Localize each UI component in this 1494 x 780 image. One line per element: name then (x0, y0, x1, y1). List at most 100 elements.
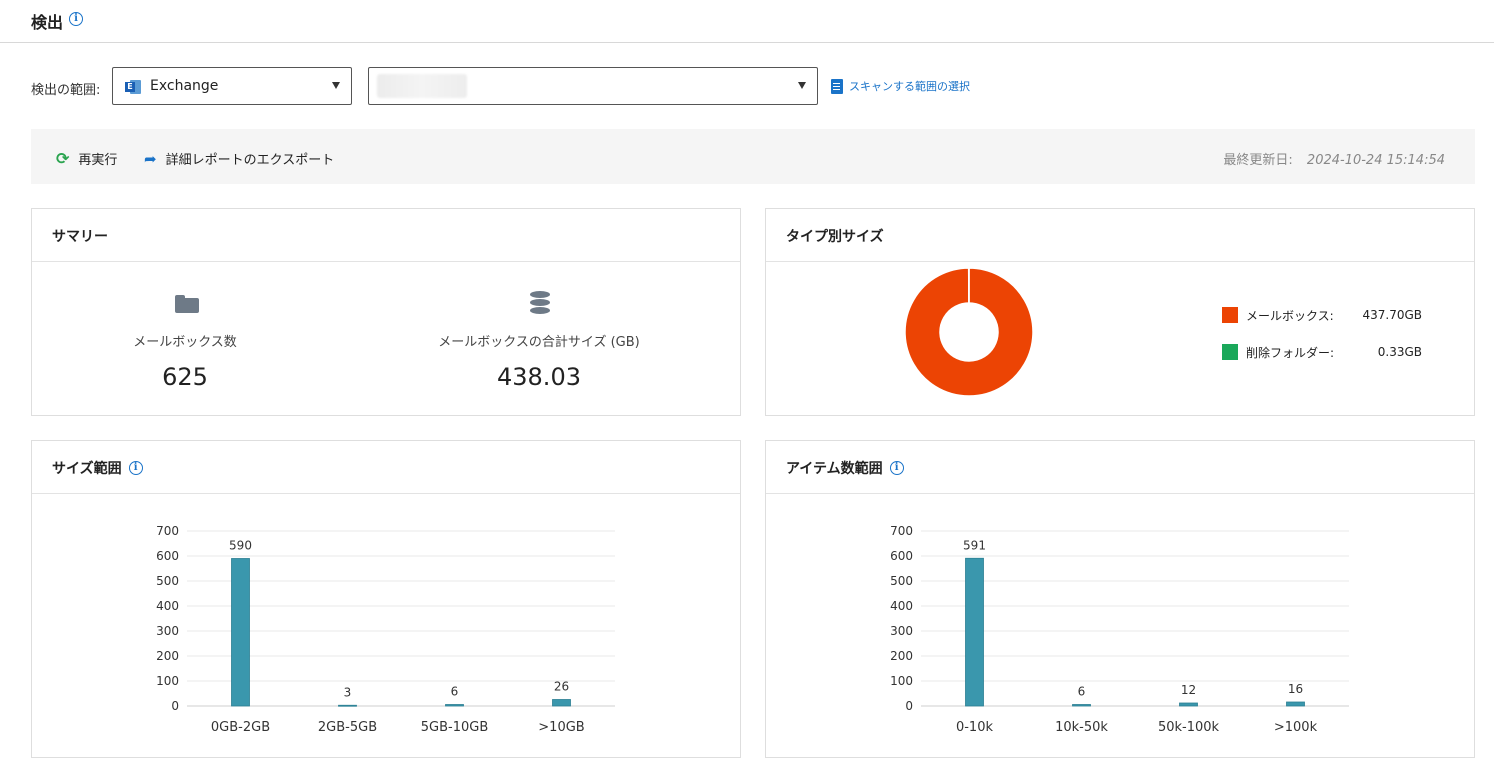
item-count-bar-chart: 0 100 200 300 400 500 600 700 591 0-10k 6 10k-50k 12… (890, 524, 1349, 735)
scan-scope-link-text: スキャンする範囲の選択 (849, 80, 970, 93)
scan-scope-link[interactable]: スキャンする範囲の選択 (831, 78, 970, 94)
source-select-value: Exchange (150, 78, 219, 94)
rerun-button[interactable]: ⟳ 再実行 (56, 149, 117, 168)
database-icon (530, 291, 550, 315)
legend-item-deleted[interactable]: 削除フォルダー: 0.33GB (1222, 343, 1422, 380)
rerun-label: 再実行 (78, 153, 118, 168)
legend-label: 削除フォルダー: (1246, 346, 1335, 360)
size-range-title-text: サイズ範囲 (52, 461, 122, 477)
y-tick-label: 500 (890, 574, 913, 588)
total-size-label: メールボックスの合計サイズ (GB) (438, 335, 640, 350)
x-tick-label: 0GB-2GB (211, 720, 270, 735)
y-tick-label: 300 (890, 624, 913, 638)
data-label: 3 (344, 685, 352, 699)
card-header: アイテム数範囲 i (766, 441, 1474, 494)
mailbox-count-label: メールボックス数 (133, 335, 237, 350)
summary-title-text: サマリー (52, 229, 108, 245)
y-tick-label: 100 (156, 674, 179, 688)
page-title: 検出 i (31, 9, 83, 33)
item-count-card: アイテム数範囲 i 0 100 200 300 400 500 600 700 591 0-10k… (765, 440, 1475, 758)
info-icon[interactable]: i (128, 461, 143, 475)
x-tick-label: 2GB-5GB (318, 720, 377, 735)
y-tick-label: 200 (156, 649, 179, 663)
summary-card: サマリー メールボックス数 625 メールボックスの合計サイズ (GB) 438… (31, 208, 741, 416)
data-label: 591 (963, 538, 986, 552)
x-tick-label: 50k-100k (1158, 720, 1220, 735)
data-label: 6 (1078, 685, 1086, 699)
type-size-title-text: タイプ別サイズ (786, 229, 884, 245)
export-label: 詳細レポートのエクスポート (165, 153, 335, 168)
bar-2 (1179, 702, 1198, 707)
x-tick-label: 5GB-10GB (421, 720, 489, 735)
card-header: タイプ別サイズ (766, 209, 1474, 262)
type-size-title: タイプ別サイズ (786, 226, 884, 246)
y-tick-label: 400 (890, 599, 913, 613)
x-tick-label: 10k-50k (1055, 720, 1108, 735)
y-tick-label: 700 (890, 524, 913, 538)
x-tick-label: >100k (1274, 720, 1318, 735)
y-tick-label: 100 (890, 674, 913, 688)
item-count-title-text: アイテム数範囲 (786, 461, 883, 477)
data-label: 12 (1181, 683, 1196, 697)
last-updated-timestamp: 2024-10-24 15:14:54 (1306, 153, 1445, 168)
data-label: 26 (554, 680, 569, 694)
last-updated: 最終更新日: 2024-10-24 15:14:54 (1223, 149, 1445, 168)
source-select[interactable]: E Exchange (112, 67, 352, 105)
info-icon[interactable]: i (889, 461, 904, 475)
caret-down-icon (798, 82, 806, 89)
bar-1 (1072, 704, 1091, 707)
last-updated-label: 最終更新日: (1223, 153, 1293, 168)
size-range-card: サイズ範囲 i 0 100 200 300 400 500 600 700 590 0GB-2GB… (31, 440, 741, 758)
y-tick-label: 300 (156, 624, 179, 638)
legend-value: 0.33GB (1377, 345, 1422, 359)
x-tick-label: 0-10k (956, 720, 994, 735)
scope-label: 検出の範囲: (31, 83, 101, 98)
bar-3 (552, 699, 571, 707)
y-tick-label: 500 (156, 574, 179, 588)
data-label: 590 (229, 539, 252, 553)
y-tick-label: 0 (905, 699, 913, 713)
card-header: サイズ範囲 i (32, 441, 740, 494)
legend-swatch (1222, 307, 1238, 323)
legend-item-mailbox[interactable]: メールボックス: 437.70GB (1222, 306, 1422, 343)
legend-label: メールボックス: (1246, 309, 1334, 323)
data-label: 16 (1288, 682, 1303, 696)
donut-chart (904, 267, 1034, 397)
y-tick-label: 200 (890, 649, 913, 663)
size-range-bar-chart: 0 100 200 300 400 500 600 700 590 0GB-2GB 3 2GB-5GB… (156, 524, 615, 735)
size-range-title: サイズ範囲 i (52, 458, 143, 478)
donut-legend: メールボックス: 437.70GB 削除フォルダー: 0.33GB (1222, 306, 1422, 380)
x-tick-label: >10GB (538, 720, 584, 735)
page-title-text: 検出 (31, 13, 64, 32)
legend-swatch (1222, 344, 1238, 360)
legend-value: 437.70GB (1362, 308, 1422, 322)
y-tick-label: 400 (156, 599, 179, 613)
bar-0 (231, 558, 250, 707)
tenant-select[interactable] (368, 67, 818, 105)
page-header: 検出 i (0, 0, 1494, 43)
card-header: サマリー (32, 209, 740, 262)
redacted-value (377, 74, 467, 98)
folder-icon (175, 295, 199, 313)
summary-title: サマリー (52, 226, 108, 246)
y-tick-label: 0 (171, 699, 179, 713)
total-size-value: 438.03 (497, 363, 581, 391)
mailbox-count-value: 625 (162, 363, 208, 391)
refresh-icon: ⟳ (56, 148, 70, 168)
toolbar: ⟳ 再実行 ➦ 詳細レポートのエクスポート 最終更新日: 2024-10-24 … (31, 129, 1475, 184)
bar-2 (445, 704, 464, 707)
caret-down-icon (332, 82, 340, 89)
exchange-icon: E (125, 80, 141, 94)
share-arrow-icon: ➦ (144, 149, 157, 168)
y-tick-label: 700 (156, 524, 179, 538)
y-tick-label: 600 (890, 549, 913, 563)
type-size-card: タイプ別サイズ メールボックス: 437.70GB 削除フォルダー: 0.33G… (765, 208, 1475, 416)
export-report-button[interactable]: ➦ 詳細レポートのエクスポート (144, 149, 334, 168)
bar-3 (1286, 701, 1305, 707)
bar-0 (965, 557, 984, 707)
item-count-title: アイテム数範囲 i (786, 458, 904, 478)
y-tick-label: 600 (156, 549, 179, 563)
bar-1 (338, 704, 357, 707)
data-label: 6 (451, 685, 459, 699)
info-icon[interactable]: i (69, 12, 83, 26)
